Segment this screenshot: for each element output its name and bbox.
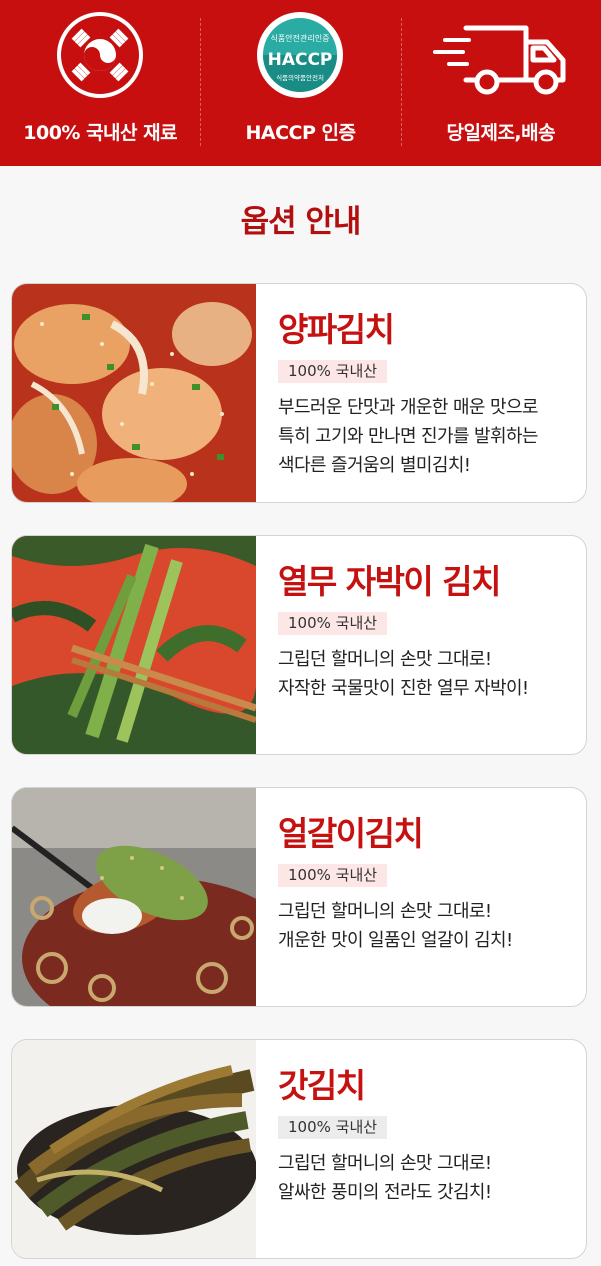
desc-line: 색다른 즐거움의 별미김치! [278, 455, 471, 476]
korea-taegeuk-icon [55, 0, 145, 100]
product-name: 열무 자박이 김치 [278, 562, 501, 601]
product-card-young-radish-kimchi[interactable]: 열무 자박이 김치 100% 국내산 그립던 할머니의 손맛 그대로! 자작한 … [11, 535, 587, 755]
young-radish-kimchi-photo [12, 536, 256, 754]
feature-haccp: 식품안전관리인증 HACCP 식품의약품안전처 HACCP 인증 [200, 0, 400, 166]
origin-badge: 100% 국내산 [278, 612, 388, 635]
haccp-seal-bottom-text: 식품의약품안전처 [277, 73, 325, 82]
product-description: 그립던 할머니의 손맛 그대로! 개운한 맛이 일품인 얼갈이 김치! [278, 897, 513, 955]
desc-line: 그립던 할머니의 손맛 그대로! [278, 649, 492, 670]
feature-delivery: 당일제조,배송 [400, 0, 601, 166]
product-card-eolgari-kimchi[interactable]: 얼갈이김치 100% 국내산 그립던 할머니의 손맛 그대로! 개운한 맛이 일… [11, 787, 587, 1007]
onion-kimchi-photo [12, 284, 256, 502]
haccp-seal-main-text: HACCP [268, 50, 333, 70]
desc-line: 부드러운 단맛과 개운한 매운 맛으로 [278, 397, 538, 418]
desc-line: 그립던 할머니의 손맛 그대로! [278, 1153, 492, 1174]
desc-line: 자작한 국물맛이 진한 열무 자박이! [278, 678, 529, 699]
haccp-seal-icon: 식품안전관리인증 HACCP 식품의약품안전처 [255, 0, 345, 100]
feature-label-domestic: 100% 국내산 재료 [23, 122, 178, 144]
desc-line: 개운한 맛이 일품인 얼갈이 김치! [278, 930, 513, 951]
product-name: 갓김치 [278, 1066, 366, 1105]
product-card-onion-kimchi[interactable]: 양파김치 100% 국내산 부드러운 단맛과 개운한 매운 맛으로 특히 고기와… [11, 283, 587, 503]
feature-domestic: 100% 국내산 재료 [0, 0, 200, 166]
desc-line: 그립던 할머니의 손맛 그대로! [278, 901, 492, 922]
delivery-truck-icon [431, 0, 571, 100]
eolgari-kimchi-photo [12, 788, 256, 1006]
product-description: 그립던 할머니의 손맛 그대로! 자작한 국물맛이 진한 열무 자박이! [278, 645, 529, 703]
product-name: 양파김치 [278, 310, 395, 349]
product-name: 얼갈이김치 [278, 814, 424, 853]
feature-label-delivery: 당일제조,배송 [446, 122, 556, 144]
section-title: 옵션 안내 [240, 204, 362, 240]
origin-badge: 100% 국내산 [278, 360, 388, 383]
origin-badge: 100% 국내산 [278, 864, 388, 887]
mustard-leaf-kimchi-photo [12, 1040, 256, 1258]
product-card-mustard-leaf-kimchi[interactable]: 갓김치 100% 국내산 그립던 할머니의 손맛 그대로! 알싸한 풍미의 전라… [11, 1039, 587, 1259]
haccp-seal-top-text: 식품안전관리인증 [271, 33, 330, 43]
origin-badge: 100% 국내산 [278, 1116, 388, 1139]
product-description: 그립던 할머니의 손맛 그대로! 알싸한 풍미의 전라도 갓김치! [278, 1149, 492, 1207]
desc-line: 특히 고기와 만나면 진가를 발휘하는 [278, 426, 538, 447]
feature-banner: 100% 국내산 재료 식품안전관리인증 HACCP 식품의약품안전처 HACC… [0, 0, 601, 166]
desc-line: 알싸한 풍미의 전라도 갓김치! [278, 1182, 492, 1203]
product-description: 부드러운 단맛과 개운한 매운 맛으로 특히 고기와 만나면 진가를 발휘하는 … [278, 393, 538, 480]
feature-label-haccp: HACCP 인증 [245, 122, 356, 144]
